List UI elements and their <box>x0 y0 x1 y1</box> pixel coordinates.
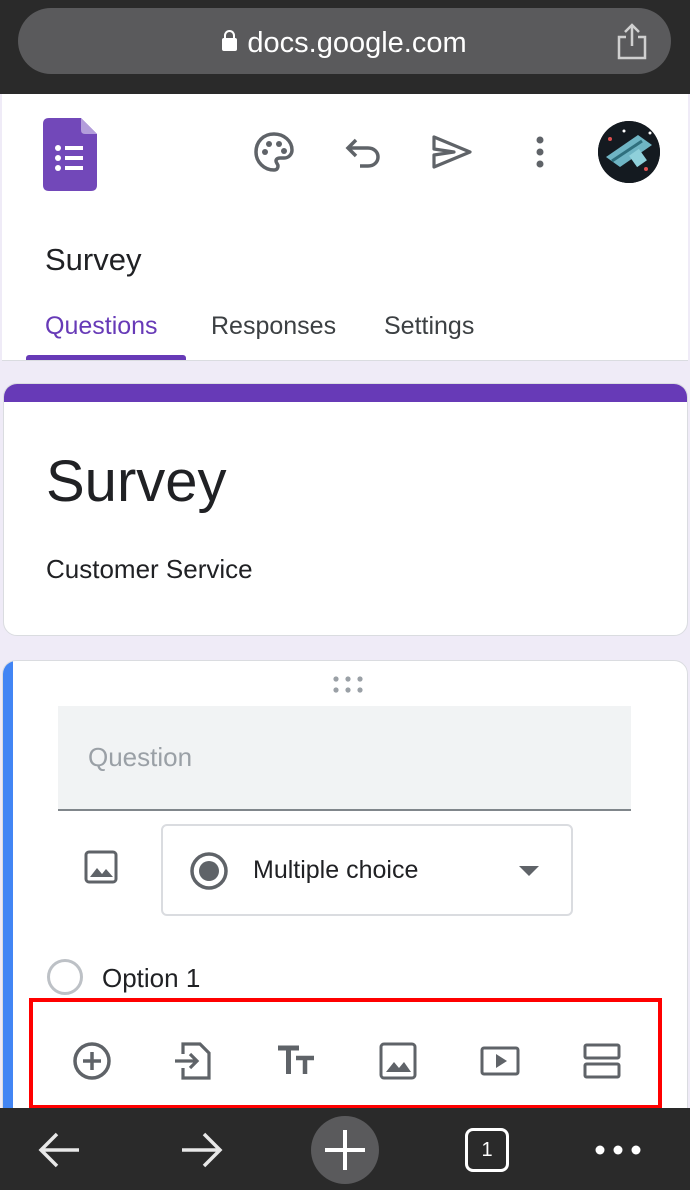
question-type-label: Multiple choice <box>253 856 419 884</box>
dropdown-arrow-icon <box>519 866 539 876</box>
more-vert-icon[interactable] <box>518 130 562 174</box>
lock-icon <box>222 30 238 51</box>
forms-header: Survey Questions Responses Settings <box>2 94 688 361</box>
add-video-icon[interactable] <box>479 1040 521 1082</box>
more-horiz-icon[interactable] <box>594 1126 642 1174</box>
add-image-to-question-icon[interactable] <box>83 849 119 885</box>
add-question-icon[interactable] <box>71 1040 113 1082</box>
tab-questions[interactable]: Questions <box>45 312 158 341</box>
url-label: docs.google.com <box>247 27 467 59</box>
url-text: docs.google.com <box>18 27 671 60</box>
new-tab-button[interactable] <box>311 1116 379 1184</box>
add-section-icon[interactable] <box>581 1040 623 1082</box>
title-card-accent-bar <box>4 384 687 402</box>
browser-bottom-bar: 1 <box>0 1108 690 1190</box>
drag-handle-icon[interactable] <box>331 675 365 695</box>
plus-icon <box>325 1130 365 1170</box>
form-title-card[interactable]: Survey Customer Service <box>3 383 688 636</box>
add-image-icon[interactable] <box>377 1040 419 1082</box>
tab-settings[interactable]: Settings <box>384 312 474 341</box>
form-description[interactable]: Customer Service <box>46 554 253 585</box>
avatar[interactable] <box>598 121 660 183</box>
google-forms-logo-icon[interactable] <box>43 118 97 191</box>
browser-top-bar: docs.google.com <box>0 0 690 94</box>
form-title[interactable]: Survey <box>46 448 227 515</box>
palette-icon[interactable] <box>252 130 296 174</box>
option-1-label[interactable]: Option 1 <box>102 963 200 994</box>
radio-button-checked-icon <box>190 852 228 890</box>
import-questions-icon[interactable] <box>173 1040 215 1082</box>
active-card-accent <box>3 661 13 1119</box>
avatar-image-icon <box>598 121 660 183</box>
share-icon[interactable] <box>615 22 649 60</box>
back-arrow-icon[interactable] <box>35 1126 83 1174</box>
question-toolbar <box>29 998 662 1109</box>
address-bar[interactable]: docs.google.com <box>18 8 671 74</box>
send-icon[interactable] <box>430 130 474 174</box>
option-radio-icon <box>47 959 83 995</box>
tabs-count-button[interactable]: 1 <box>465 1128 509 1172</box>
undo-icon[interactable] <box>342 130 386 174</box>
question-input[interactable]: Question <box>58 706 631 811</box>
header-divider <box>2 360 688 361</box>
add-title-icon[interactable] <box>275 1040 317 1082</box>
question-type-dropdown[interactable]: Multiple choice <box>161 824 573 916</box>
forward-arrow-icon[interactable] <box>178 1126 226 1174</box>
form-name: Survey <box>45 242 142 277</box>
question-placeholder: Question <box>88 742 193 772</box>
tab-responses[interactable]: Responses <box>211 312 336 341</box>
